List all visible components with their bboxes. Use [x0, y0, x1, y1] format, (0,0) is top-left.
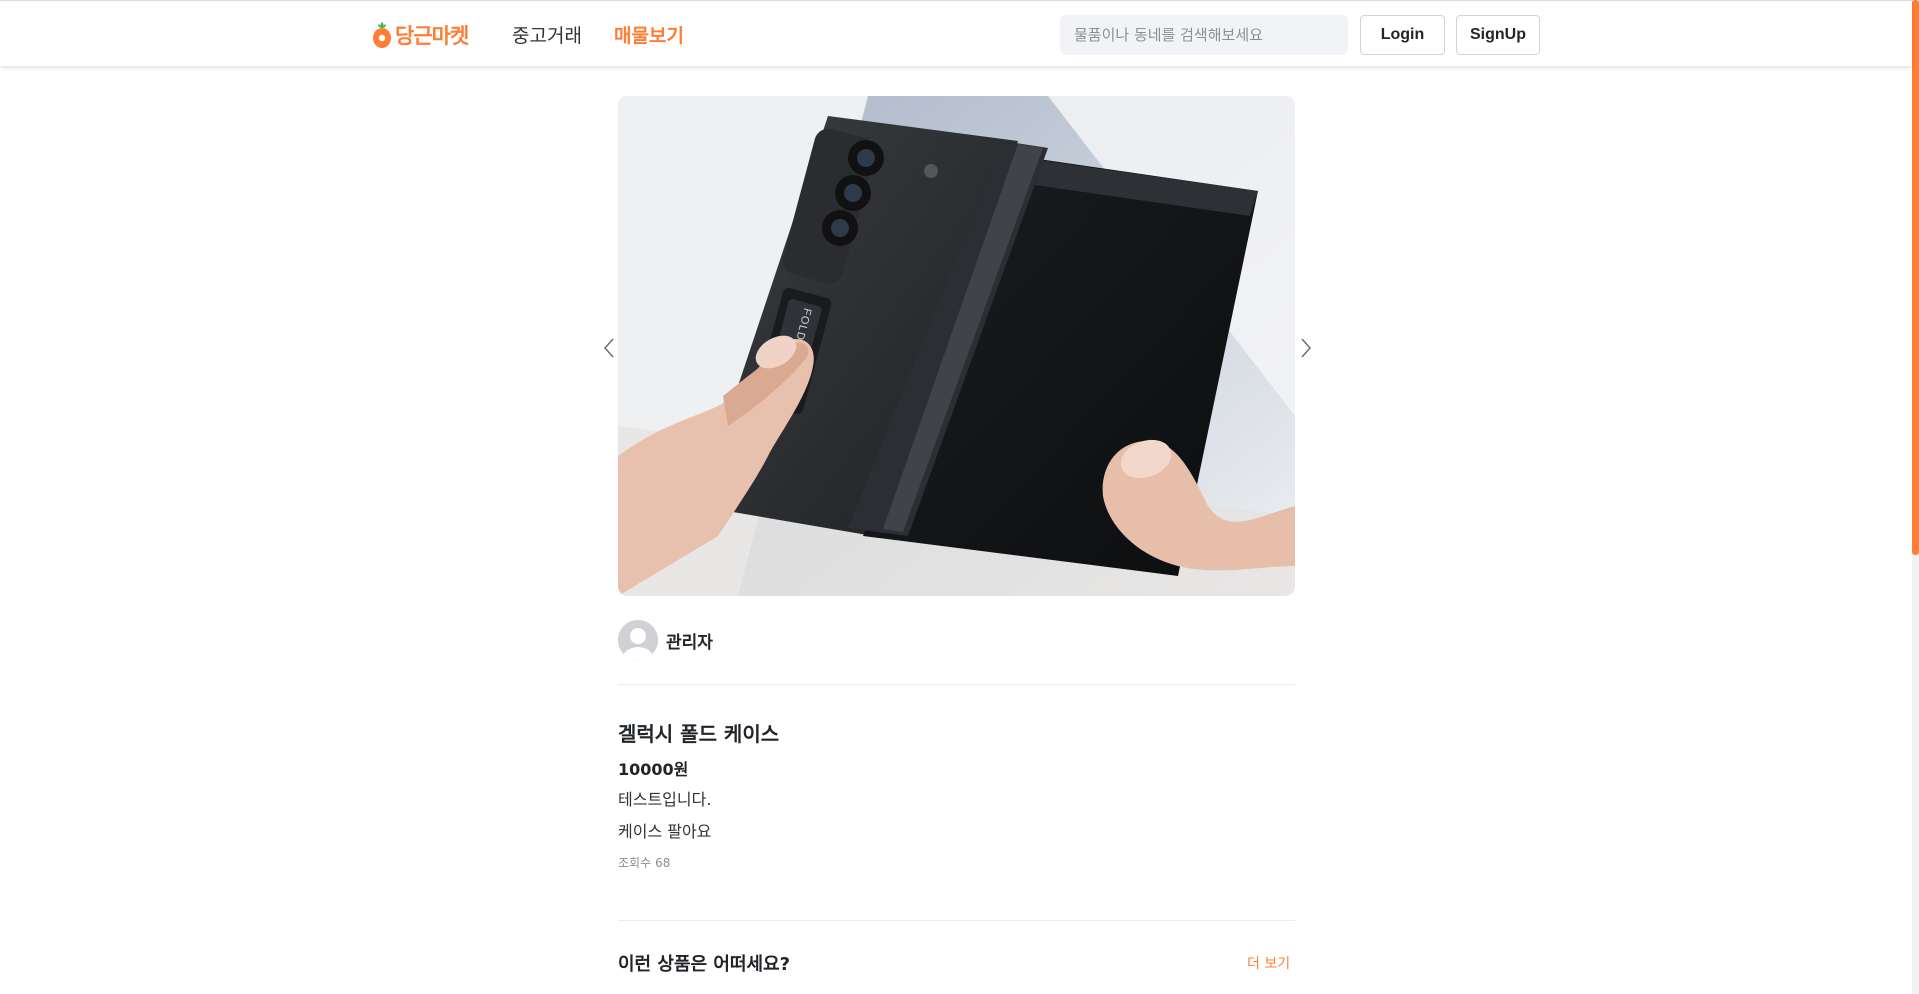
login-button[interactable]: Login	[1360, 15, 1445, 55]
nav-secondhand-trade[interactable]: 중고거래	[512, 21, 582, 48]
logo[interactable]: 당근마켓	[371, 19, 469, 51]
view-count: 조회수 68	[618, 854, 670, 871]
user-avatar-icon	[618, 620, 658, 660]
signup-button[interactable]: SignUp	[1456, 15, 1540, 55]
search-input[interactable]	[1060, 15, 1348, 55]
carrot-icon	[373, 22, 391, 48]
product-image-carousel[interactable]: FOLDING SUPPORT	[618, 96, 1295, 596]
chevron-left-icon	[603, 338, 614, 358]
product-price: 10000원	[618, 760, 689, 779]
top-header: 당근마켓 중고거래 매물보기 Login SignUp	[0, 0, 1912, 66]
logo-text: 당근마켓	[395, 24, 469, 48]
view-count-label: 조회수	[618, 856, 652, 870]
carousel-next-button[interactable]	[1296, 334, 1316, 362]
product-title: 겔럭시 폴드 케이스	[618, 722, 780, 746]
product-description-line: 케이스 팔아요	[618, 822, 712, 841]
chevron-right-icon	[1301, 338, 1312, 358]
scrollbar-thumb[interactable]	[1912, 0, 1919, 555]
divider	[618, 684, 1295, 685]
divider	[618, 920, 1295, 921]
view-count-value: 68	[655, 856, 671, 870]
see-more-link[interactable]: 더 보기	[1247, 953, 1290, 973]
product-photo: FOLDING SUPPORT	[618, 96, 1295, 596]
nav-view-listings[interactable]: 매물보기	[614, 21, 684, 48]
seller-info[interactable]: 관리자	[618, 620, 713, 660]
product-description-line: 테스트입니다.	[618, 790, 712, 809]
seller-name: 관리자	[666, 632, 713, 653]
carousel-prev-button[interactable]	[599, 334, 619, 362]
recommendations-title: 이런 상품은 어떠세요?	[618, 954, 791, 975]
